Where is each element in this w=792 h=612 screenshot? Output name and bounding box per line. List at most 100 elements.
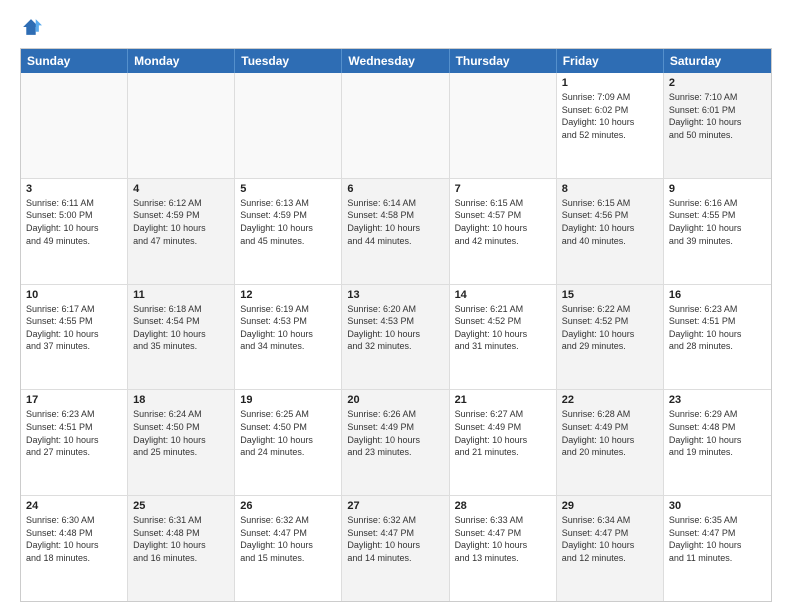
calendar-cell-29: 29 Sunrise: 6:34 AMSunset: 4:47 PMDayligh… [557,496,664,601]
cell-info: Sunrise: 6:28 AMSunset: 4:49 PMDaylight:… [562,408,658,458]
day-number: 27 [347,500,443,512]
calendar-cell-30: 30 Sunrise: 6:35 AMSunset: 4:47 PMDayligh… [664,496,771,601]
cell-info: Sunrise: 6:14 AMSunset: 4:58 PMDaylight:… [347,197,443,247]
day-number: 1 [562,77,658,89]
day-number: 23 [669,394,766,406]
calendar-cell-7: 7 Sunrise: 6:15 AMSunset: 4:57 PMDaylight… [450,179,557,284]
cell-info: Sunrise: 6:25 AMSunset: 4:50 PMDaylight:… [240,408,336,458]
header-day-thursday: Thursday [450,49,557,73]
day-number: 7 [455,183,551,195]
calendar-row-2: 10Sunrise: 6:17 AMSunset: 4:55 PMDayligh… [21,285,771,391]
calendar-cell-6: 6 Sunrise: 6:14 AMSunset: 4:58 PMDaylight… [342,179,449,284]
day-number: 15 [562,289,658,301]
logo [20,16,46,38]
calendar-cell-22: 22Sunrise: 6:28 AMSunset: 4:49 PMDayligh… [557,390,664,495]
day-number: 20 [347,394,443,406]
cell-info: Sunrise: 6:35 AMSunset: 4:47 PMDaylight:… [669,514,766,564]
calendar-cell-28: 28 Sunrise: 6:33 AMSunset: 4:47 PMDayligh… [450,496,557,601]
calendar-cell-13: 13 Sunrise: 6:20 AMSunset: 4:53 PMDayligh… [342,285,449,390]
calendar-row-3: 17 Sunrise: 6:23 AMSunset: 4:51 PMDayligh… [21,390,771,496]
cell-info: Sunrise: 6:33 AMSunset: 4:47 PMDaylight:… [455,514,551,564]
cell-info: Sunrise: 6:20 AMSunset: 4:53 PMDaylight:… [347,303,443,353]
cell-info: Sunrise: 6:15 AMSunset: 4:56 PMDaylight:… [562,197,658,247]
calendar-cell-empty-0-0 [21,73,128,178]
cell-info: Sunrise: 6:19 AMSunset: 4:53 PMDaylight:… [240,303,336,353]
calendar-cell-27: 27 Sunrise: 6:32 AMSunset: 4:47 PMDayligh… [342,496,449,601]
day-number: 5 [240,183,336,195]
cell-info: Sunrise: 6:24 AMSunset: 4:50 PMDaylight:… [133,408,229,458]
cell-info: Sunrise: 6:23 AMSunset: 4:51 PMDaylight:… [26,408,122,458]
calendar-cell-17: 17 Sunrise: 6:23 AMSunset: 4:51 PMDayligh… [21,390,128,495]
cell-info: Sunrise: 6:11 AMSunset: 5:00 PMDaylight:… [26,197,122,247]
calendar-cell-26: 26Sunrise: 6:32 AMSunset: 4:47 PMDayligh… [235,496,342,601]
cell-info: Sunrise: 6:26 AMSunset: 4:49 PMDaylight:… [347,408,443,458]
calendar-cell-12: 12Sunrise: 6:19 AMSunset: 4:53 PMDayligh… [235,285,342,390]
header-day-saturday: Saturday [664,49,771,73]
day-number: 8 [562,183,658,195]
cell-info: Sunrise: 7:10 AMSunset: 6:01 PMDaylight:… [669,91,766,141]
day-number: 10 [26,289,122,301]
calendar-cell-2: 2 Sunrise: 7:10 AMSunset: 6:01 PMDaylight… [664,73,771,178]
day-number: 25 [133,500,229,512]
day-number: 11 [133,289,229,301]
day-number: 6 [347,183,443,195]
cell-info: Sunrise: 7:09 AMSunset: 6:02 PMDaylight:… [562,91,658,141]
header [20,16,772,38]
calendar-cell-24: 24Sunrise: 6:30 AMSunset: 4:48 PMDayligh… [21,496,128,601]
cell-info: Sunrise: 6:34 AMSunset: 4:47 PMDaylight:… [562,514,658,564]
cell-info: Sunrise: 6:22 AMSunset: 4:52 PMDaylight:… [562,303,658,353]
cell-info: Sunrise: 6:13 AMSunset: 4:59 PMDaylight:… [240,197,336,247]
calendar-cell-11: 11 Sunrise: 6:18 AMSunset: 4:54 PMDayligh… [128,285,235,390]
day-number: 28 [455,500,551,512]
calendar-cell-14: 14Sunrise: 6:21 AMSunset: 4:52 PMDayligh… [450,285,557,390]
page: SundayMondayTuesdayWednesdayThursdayFrid… [0,0,792,612]
cell-info: Sunrise: 6:29 AMSunset: 4:48 PMDaylight:… [669,408,766,458]
calendar-row-4: 24Sunrise: 6:30 AMSunset: 4:48 PMDayligh… [21,496,771,601]
header-day-sunday: Sunday [21,49,128,73]
day-number: 3 [26,183,122,195]
calendar-cell-4: 4 Sunrise: 6:12 AMSunset: 4:59 PMDaylight… [128,179,235,284]
cell-info: Sunrise: 6:12 AMSunset: 4:59 PMDaylight:… [133,197,229,247]
cell-info: Sunrise: 6:31 AMSunset: 4:48 PMDaylight:… [133,514,229,564]
calendar-row-1: 3 Sunrise: 6:11 AMSunset: 5:00 PMDaylight… [21,179,771,285]
calendar-cell-18: 18 Sunrise: 6:24 AMSunset: 4:50 PMDayligh… [128,390,235,495]
cell-info: Sunrise: 6:15 AMSunset: 4:57 PMDaylight:… [455,197,551,247]
cell-info: Sunrise: 6:27 AMSunset: 4:49 PMDaylight:… [455,408,551,458]
header-day-tuesday: Tuesday [235,49,342,73]
calendar-cell-9: 9Sunrise: 6:16 AMSunset: 4:55 PMDaylight… [664,179,771,284]
calendar-cell-8: 8 Sunrise: 6:15 AMSunset: 4:56 PMDaylight… [557,179,664,284]
calendar-cell-19: 19Sunrise: 6:25 AMSunset: 4:50 PMDayligh… [235,390,342,495]
header-day-friday: Friday [557,49,664,73]
calendar-cell-23: 23 Sunrise: 6:29 AMSunset: 4:48 PMDayligh… [664,390,771,495]
day-number: 29 [562,500,658,512]
calendar-cell-empty-0-4 [450,73,557,178]
day-number: 30 [669,500,766,512]
calendar-body: 1 Sunrise: 7:09 AMSunset: 6:02 PMDaylight… [21,73,771,601]
calendar-cell-3: 3 Sunrise: 6:11 AMSunset: 5:00 PMDaylight… [21,179,128,284]
header-day-monday: Monday [128,49,235,73]
cell-info: Sunrise: 6:30 AMSunset: 4:48 PMDaylight:… [26,514,122,564]
cell-info: Sunrise: 6:32 AMSunset: 4:47 PMDaylight:… [240,514,336,564]
calendar-cell-5: 5 Sunrise: 6:13 AMSunset: 4:59 PMDaylight… [235,179,342,284]
calendar-cell-10: 10Sunrise: 6:17 AMSunset: 4:55 PMDayligh… [21,285,128,390]
cell-info: Sunrise: 6:18 AMSunset: 4:54 PMDaylight:… [133,303,229,353]
calendar-cell-empty-0-1 [128,73,235,178]
header-day-wednesday: Wednesday [342,49,449,73]
cell-info: Sunrise: 6:32 AMSunset: 4:47 PMDaylight:… [347,514,443,564]
calendar-cell-empty-0-3 [342,73,449,178]
day-number: 13 [347,289,443,301]
day-number: 21 [455,394,551,406]
calendar-cell-15: 15 Sunrise: 6:22 AMSunset: 4:52 PMDayligh… [557,285,664,390]
day-number: 18 [133,394,229,406]
calendar: SundayMondayTuesdayWednesdayThursdayFrid… [20,48,772,602]
calendar-header: SundayMondayTuesdayWednesdayThursdayFrid… [21,49,771,73]
calendar-cell-empty-0-2 [235,73,342,178]
cell-info: Sunrise: 6:16 AMSunset: 4:55 PMDaylight:… [669,197,766,247]
day-number: 17 [26,394,122,406]
calendar-cell-25: 25 Sunrise: 6:31 AMSunset: 4:48 PMDayligh… [128,496,235,601]
cell-info: Sunrise: 6:23 AMSunset: 4:51 PMDaylight:… [669,303,766,353]
day-number: 4 [133,183,229,195]
calendar-cell-20: 20 Sunrise: 6:26 AMSunset: 4:49 PMDayligh… [342,390,449,495]
calendar-row-0: 1 Sunrise: 7:09 AMSunset: 6:02 PMDaylight… [21,73,771,179]
day-number: 2 [669,77,766,89]
